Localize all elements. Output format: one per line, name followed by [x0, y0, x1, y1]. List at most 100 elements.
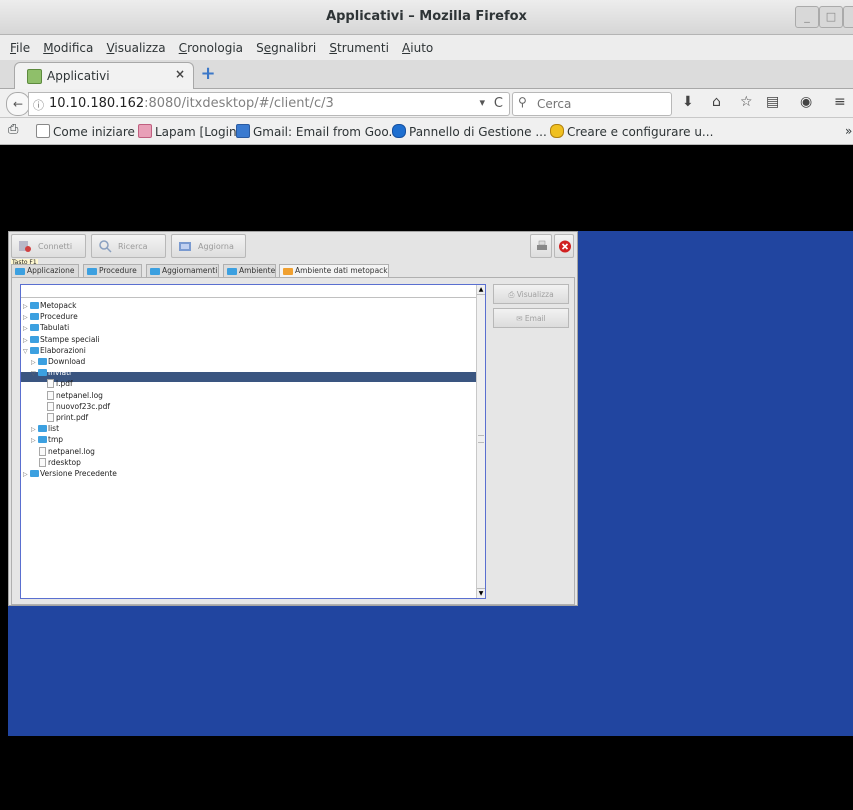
tree-folder-item[interactable]: ▷ Procedure [23, 312, 78, 322]
tab-applicativi[interactable]: Applicativi × [14, 62, 194, 89]
expand-right-icon[interactable]: ▷ [23, 313, 30, 323]
file-tree[interactable]: ▷ Metopack ▷ Procedure ▷ Tabulati ▷ Stampe spec… [20, 284, 486, 599]
scroll-up-icon[interactable]: ▲ [477, 285, 485, 295]
connetti-button[interactable]: Connetti [11, 234, 86, 258]
reload-icon[interactable]: C [494, 96, 503, 111]
search-bar[interactable]: ⚲ [512, 92, 672, 116]
tree-folder-item[interactable]: ▽ Elaborazioni [23, 346, 86, 356]
home-icon[interactable]: ⌂ [712, 94, 721, 110]
connect-icon [19, 241, 31, 252]
tree-item-label: Versione Precedente [40, 469, 117, 478]
menu-modifica[interactable]: Modifica [39, 35, 97, 55]
tree-folder-item[interactable]: ▷ Versione Precedente [23, 469, 117, 479]
expand-right-icon[interactable]: ▷ [23, 470, 30, 480]
tree-folder-item[interactable]: ▷ Tabulati [23, 323, 69, 333]
site-info-icon[interactable]: ⓘ [33, 97, 44, 113]
tree-folder-item[interactable]: ▷ Stampe speciali [23, 335, 100, 345]
file-icon [47, 413, 54, 422]
bookmarks-overflow-icon[interactable]: » [845, 124, 852, 138]
close-app-button[interactable] [554, 234, 574, 258]
scroll-thumb[interactable] [478, 435, 484, 443]
file-icon [47, 401, 54, 411]
open-menu-icon[interactable]: ≡ [834, 94, 846, 110]
expand-right-icon[interactable]: ▷ [31, 425, 38, 435]
folder-icon [30, 313, 39, 321]
tab-close-icon[interactable]: × [175, 67, 185, 81]
pocket-icon[interactable]: ◉ [800, 94, 812, 110]
reading-list-icon[interactable]: ▤ [766, 94, 779, 110]
tree-folder-item[interactable]: ▷ tmp [31, 435, 63, 445]
folder-icon [227, 268, 237, 275]
menu-strumenti[interactable]: Strumenti [325, 35, 393, 55]
file-icon [47, 379, 54, 389]
bookmark-star-icon[interactable]: ☆ [740, 94, 753, 110]
bookmark-gmail[interactable]: Gmail: Email from Goo... [236, 124, 400, 139]
tree-item-label: Inviati [48, 368, 72, 378]
search-icon [99, 240, 112, 253]
bookmark-pannello[interactable]: Pannello di Gestione ... [392, 124, 547, 139]
tab-ambiente[interactable]: Ambiente [223, 264, 276, 277]
tab-ambiente-dati-metopack[interactable]: Ambiente dati metopack [279, 264, 389, 277]
bookmark-creare-icon [550, 124, 564, 138]
menu-bar: File Modifica Visualizza Cronologia Segn… [0, 35, 853, 60]
tab-strip: Applicativi × + [0, 60, 853, 89]
tree-folder-item[interactable]: ▽ Inviati [31, 368, 71, 378]
maximize-button[interactable]: □ [819, 6, 843, 28]
expand-right-icon[interactable]: ▷ [23, 336, 30, 346]
history-dropdown-icon[interactable]: ▾ [479, 96, 485, 109]
expand-right-icon[interactable]: ▷ [31, 436, 38, 446]
visualizza-button[interactable]: ⎙ Visualizza [493, 284, 569, 304]
minimize-button[interactable]: _ [795, 6, 819, 28]
expand-right-icon[interactable]: ▷ [23, 324, 30, 334]
search-input[interactable] [535, 95, 669, 113]
close-window-button[interactable] [843, 6, 853, 28]
window-title-bar[interactable]: Applicativi – Mozilla Firefox _ □ [0, 0, 853, 35]
tree-folder-item[interactable]: ▷ list [31, 424, 59, 434]
tree-scrollbar[interactable]: ▲ ▼ [476, 285, 485, 598]
email-icon: ✉ [516, 314, 525, 323]
menu-aiuto[interactable]: Aiuto [398, 35, 437, 55]
print-button[interactable] [530, 234, 552, 258]
print-icon[interactable]: ⎙ [8, 122, 18, 137]
tree-file-item[interactable]: rdesktop [39, 457, 81, 468]
metopack-app-window: Connetti Ricerca Aggiorna Tasto F1 Appli… [8, 231, 578, 606]
menu-file[interactable]: File [6, 35, 34, 55]
ricerca-button[interactable]: Ricerca [91, 234, 166, 258]
tree-file-item[interactable]: print.pdf [47, 413, 88, 423]
bookmark-come-iniziare[interactable]: Come iniziare [36, 124, 135, 139]
tab-label: Applicativi [47, 69, 110, 83]
tree-file-item[interactable]: netpanel.log [39, 446, 95, 457]
new-tab-button[interactable]: + [198, 64, 218, 84]
menu-segnalibri[interactable]: Segnalibri [252, 35, 320, 55]
url-bar[interactable]: ⓘ 10.10.180.162:8080/itxdesktop/#/client… [28, 92, 510, 116]
email-button[interactable]: ✉ Email [493, 308, 569, 328]
tab-panel: ▷ Metopack ▷ Procedure ▷ Tabulati ▷ Stampe spec… [11, 277, 575, 605]
tree-folder-item[interactable]: ▷ Metopack [23, 301, 76, 311]
tree-file-item[interactable]: netpanel.log [47, 390, 103, 401]
bookmark-page-icon [36, 124, 50, 138]
back-button[interactable]: ← [6, 92, 30, 116]
aggiorna-button[interactable]: Aggiorna [171, 234, 246, 258]
tree-item-label: list [48, 424, 60, 434]
tree-item-label: netpanel.log [48, 446, 95, 456]
folder-icon [38, 358, 47, 365]
tree-file-item[interactable]: nuovof23c.pdf [47, 401, 110, 412]
downloads-icon[interactable]: ⬇ [682, 94, 694, 110]
expand-down-icon[interactable]: ▽ [23, 347, 30, 357]
expand-down-icon[interactable]: ▽ [31, 369, 38, 379]
menu-visualizza[interactable]: Visualizza [102, 35, 169, 55]
tab-aggiornamenti[interactable]: Aggiornamenti [146, 264, 219, 277]
menu-cronologia[interactable]: Cronologia [175, 35, 247, 55]
expand-right-icon[interactable]: ▷ [23, 302, 30, 312]
tree-file-item[interactable]: l.pdf [47, 379, 73, 389]
bookmark-creare[interactable]: Creare e configurare u... [550, 124, 713, 139]
scroll-down-icon[interactable]: ▼ [477, 588, 485, 598]
url-text[interactable]: 10.10.180.162:8080/itxdesktop/#/client/c… [49, 96, 334, 111]
expand-right-icon[interactable]: ▷ [31, 358, 38, 368]
tree-item-label: Metopack [40, 301, 77, 310]
tree-folder-item[interactable]: ▷ Download [31, 357, 85, 367]
bookmark-lapam[interactable]: Lapam [Login] [138, 124, 241, 139]
folder-icon [38, 425, 47, 433]
tab-procedure[interactable]: Procedure [83, 264, 142, 277]
tab-applicazione[interactable]: Applicazione [11, 264, 79, 277]
